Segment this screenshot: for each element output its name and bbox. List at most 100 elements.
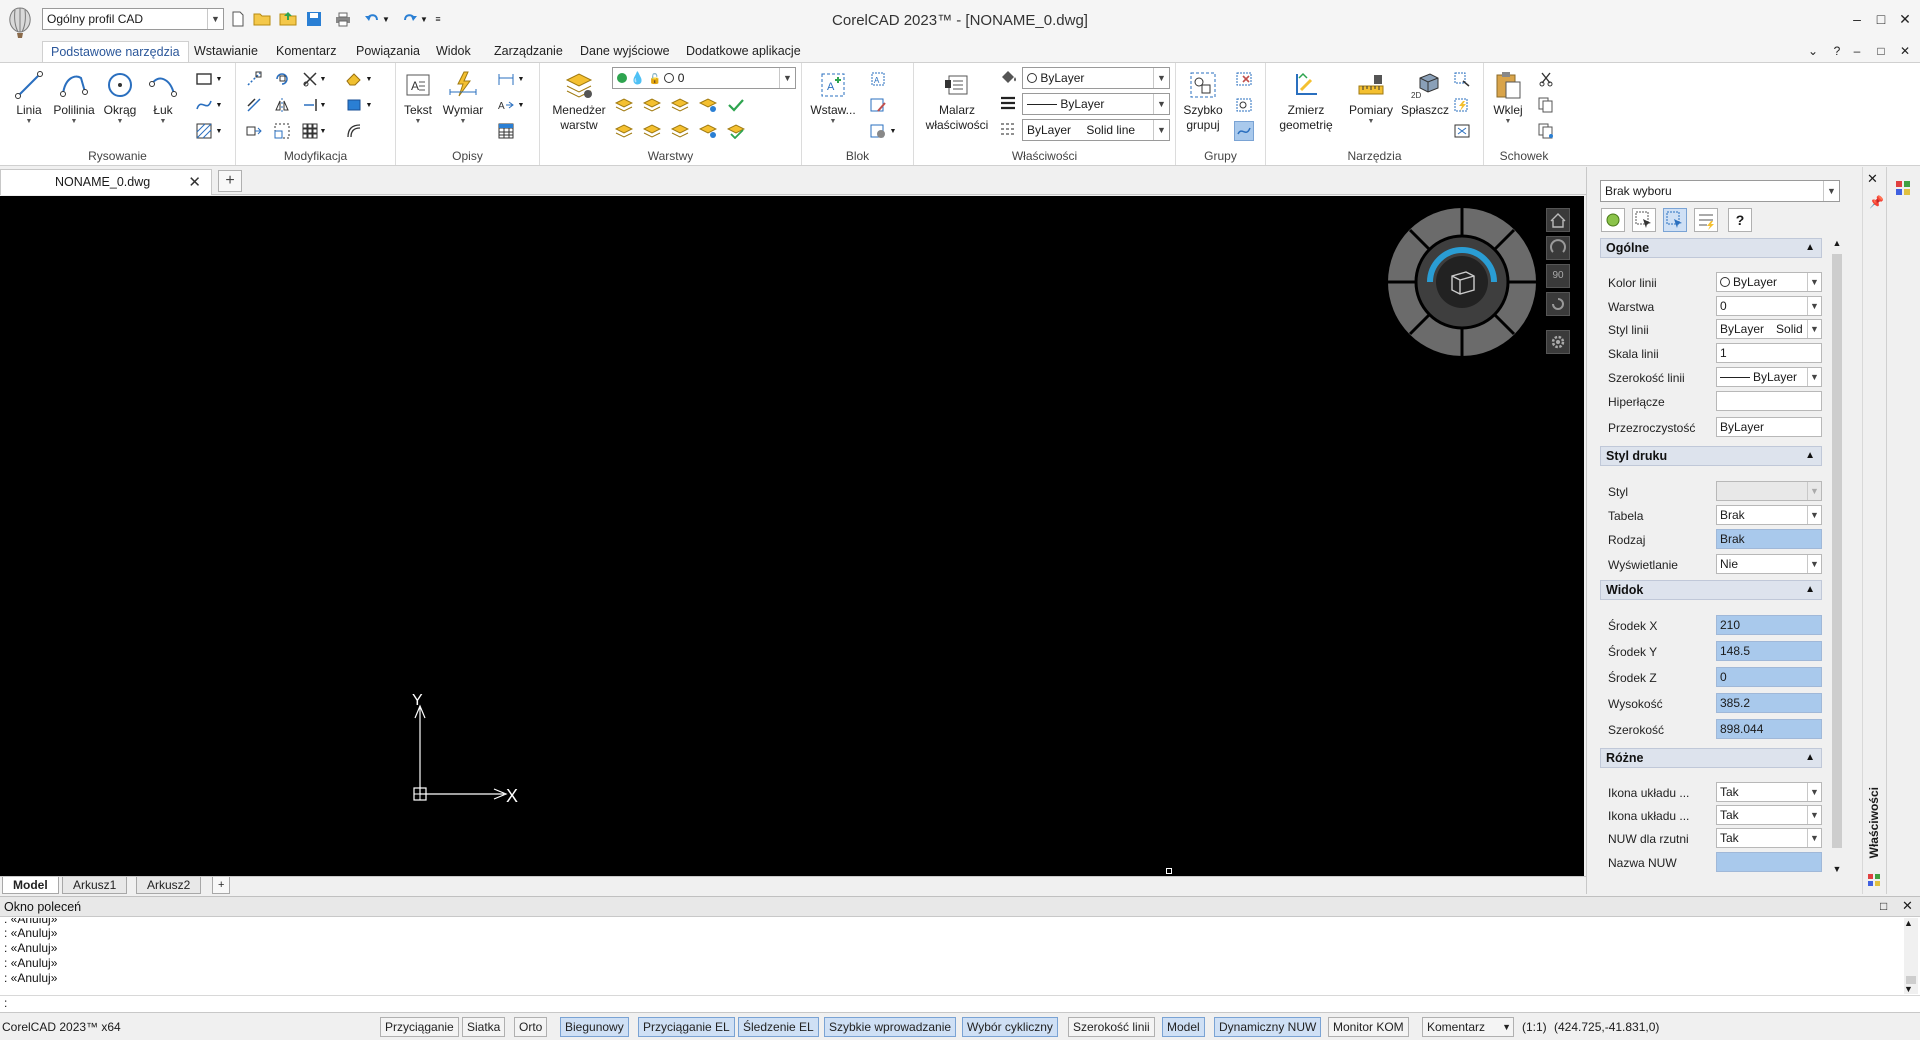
- move-icon[interactable]: [244, 69, 264, 89]
- offset-icon[interactable]: [344, 121, 364, 141]
- select-cursor-icon[interactable]: [1663, 208, 1687, 232]
- help-icon[interactable]: ?: [1826, 40, 1848, 62]
- section-styl-druku[interactable]: Styl druku ▲: [1600, 446, 1822, 466]
- prop-line-scale[interactable]: 1: [1716, 343, 1822, 363]
- ribbon-collapse-icon[interactable]: ⌄: [1802, 40, 1824, 62]
- prop-ucs-icon-origin[interactable]: Tak ▼: [1716, 805, 1822, 825]
- trim-icon[interactable]: [300, 69, 320, 89]
- prop-transparency[interactable]: ByLayer: [1716, 417, 1822, 437]
- layout-tab-model[interactable]: Model: [2, 877, 59, 894]
- edit-group-icon[interactable]: [1234, 95, 1254, 115]
- layer-isolate-icon[interactable]: [670, 95, 690, 115]
- tab-widok[interactable]: Widok: [428, 41, 479, 62]
- chevron-down-icon[interactable]: ▼: [364, 69, 374, 89]
- status-monitor-button[interactable]: Monitor KOM: [1328, 1017, 1409, 1037]
- prop-line-color[interactable]: ByLayer ▼: [1716, 272, 1822, 292]
- prop-line-width[interactable]: ByLayer ▼: [1716, 367, 1822, 387]
- insert-block-button[interactable]: A Wstaw... ▼: [808, 67, 858, 126]
- rotate-icon[interactable]: [272, 69, 292, 89]
- ribbon-close-button[interactable]: ✕: [1894, 40, 1916, 62]
- ribbon-minimize-button[interactable]: –: [1846, 40, 1868, 62]
- navigation-wheel[interactable]: [1386, 206, 1538, 358]
- tab-dane-wyjsciowe[interactable]: Dane wyjściowe: [572, 41, 678, 62]
- hatch-icon[interactable]: [194, 121, 214, 141]
- command-input[interactable]: :: [0, 995, 1920, 1011]
- orbit-icon[interactable]: [1546, 236, 1570, 260]
- new-document-button[interactable]: +: [218, 170, 242, 192]
- flatten-button[interactable]: 2D Spłaszcz: [1400, 67, 1450, 118]
- ribbon-restore-button[interactable]: □: [1870, 40, 1892, 62]
- rotate-90-button[interactable]: 90: [1546, 264, 1570, 288]
- layer-on-tool-icon[interactable]: [642, 121, 662, 141]
- measurements-button[interactable]: Pomiary ▼: [1346, 67, 1396, 126]
- color-select[interactable]: ByLayer ▼: [1022, 67, 1170, 89]
- status-quick-input-button[interactable]: Szybkie wprowadzanie: [824, 1017, 957, 1037]
- section-widok[interactable]: Widok ▲: [1600, 580, 1822, 600]
- layer-manager-button[interactable]: Menedżer warstw: [548, 67, 610, 133]
- group-selection-toggle-icon[interactable]: [1234, 121, 1254, 141]
- layer-unlock-icon[interactable]: [698, 121, 718, 141]
- chevron-down-icon[interactable]: ▼: [318, 69, 328, 89]
- status-polar-button[interactable]: Biegunowy: [560, 1017, 629, 1037]
- status-dynamic-ucs-button[interactable]: Dynamiczny NUW: [1214, 1017, 1322, 1037]
- copy-icon[interactable]: [1536, 95, 1556, 115]
- open-green-icon[interactable]: [278, 9, 298, 29]
- close-icon[interactable]: ✕: [188, 173, 201, 191]
- scale-icon[interactable]: [272, 121, 292, 141]
- minimize-button[interactable]: –: [1846, 8, 1868, 30]
- status-esnap-button[interactable]: Przyciąganie EL: [638, 1017, 735, 1037]
- close-icon[interactable]: ✕: [1902, 898, 1913, 914]
- section-ogolne[interactable]: Ogólne ▲: [1600, 238, 1822, 258]
- line-button[interactable]: Linia ▼: [10, 67, 48, 126]
- create-block-icon[interactable]: A: [868, 69, 888, 89]
- undo-dropdown-icon[interactable]: ▼: [380, 9, 392, 29]
- chevron-down-icon[interactable]: ▼: [214, 69, 224, 89]
- status-grid-button[interactable]: Siatka: [462, 1017, 506, 1037]
- measure-geometry-button[interactable]: Zmierz geometrię: [1274, 67, 1338, 133]
- property-painter-button[interactable]: Malarz właściwości: [922, 67, 992, 133]
- maximize-button[interactable]: □: [1870, 8, 1892, 30]
- chevron-down-icon[interactable]: ▼: [318, 121, 328, 141]
- text-button[interactable]: A Tekst ▼: [400, 67, 436, 126]
- erase-icon[interactable]: [344, 69, 364, 89]
- layer-state-icon[interactable]: [642, 95, 662, 115]
- profile-select[interactable]: Ogólny profil CAD ▼: [42, 8, 224, 30]
- edit-block-icon[interactable]: [868, 95, 888, 115]
- prop-print-table[interactable]: Brak ▼: [1716, 505, 1822, 525]
- stretch-icon[interactable]: [244, 121, 264, 141]
- spline-icon[interactable]: [194, 95, 214, 115]
- chevron-down-icon[interactable]: ▼: [516, 69, 526, 89]
- scroll-down-icon[interactable]: ▼: [1904, 984, 1913, 994]
- tab-podstawowe-narzedzia[interactable]: Podstawowe narzędzia: [42, 41, 189, 62]
- layout-tab-arkusz2[interactable]: Arkusz2: [136, 877, 202, 894]
- status-annotation-select[interactable]: Komentarz ▼: [1422, 1017, 1514, 1037]
- layer-match-icon[interactable]: [726, 121, 746, 141]
- app-logo-icon[interactable]: [6, 6, 34, 40]
- properties-vertical-title[interactable]: Właściwości: [1867, 787, 1881, 858]
- layer-lock-icon[interactable]: [670, 121, 690, 141]
- copy-geom-icon[interactable]: [244, 95, 264, 115]
- scrollbar-thumb[interactable]: [1906, 976, 1916, 984]
- select-similar-icon[interactable]: [1452, 69, 1472, 89]
- chevron-down-icon[interactable]: ▼: [214, 121, 224, 141]
- tab-dodatkowe-aplikacje[interactable]: Dodatkowe aplikacje: [678, 41, 809, 62]
- chevron-down-icon[interactable]: ▼: [888, 121, 898, 141]
- layer-current-icon[interactable]: [726, 95, 746, 115]
- open-folder-icon[interactable]: [252, 9, 272, 29]
- prop-hyperlink[interactable]: [1716, 391, 1822, 411]
- tab-zarzadzanie[interactable]: Zarządzanie: [486, 41, 571, 62]
- redo-icon[interactable]: [400, 9, 420, 29]
- pin-icon[interactable]: 📌: [1869, 195, 1884, 209]
- cut-icon[interactable]: [1536, 69, 1556, 89]
- mirror-icon[interactable]: [272, 95, 292, 115]
- document-tab[interactable]: NONAME_0.dwg ✕: [0, 169, 212, 195]
- add-layout-button[interactable]: +: [212, 877, 231, 894]
- customize-qat-icon[interactable]: ≡: [432, 9, 444, 29]
- selection-select[interactable]: Brak wyboru ▼: [1600, 180, 1840, 202]
- section-rozne[interactable]: Różne ▲: [1600, 748, 1822, 768]
- status-snap-button[interactable]: Przyciąganie: [380, 1017, 459, 1037]
- select-all-icon[interactable]: [1452, 121, 1472, 141]
- restore-icon[interactable]: □: [1880, 899, 1887, 913]
- home-view-icon[interactable]: [1546, 208, 1570, 232]
- prop-ucs-icon-on[interactable]: Tak ▼: [1716, 782, 1822, 802]
